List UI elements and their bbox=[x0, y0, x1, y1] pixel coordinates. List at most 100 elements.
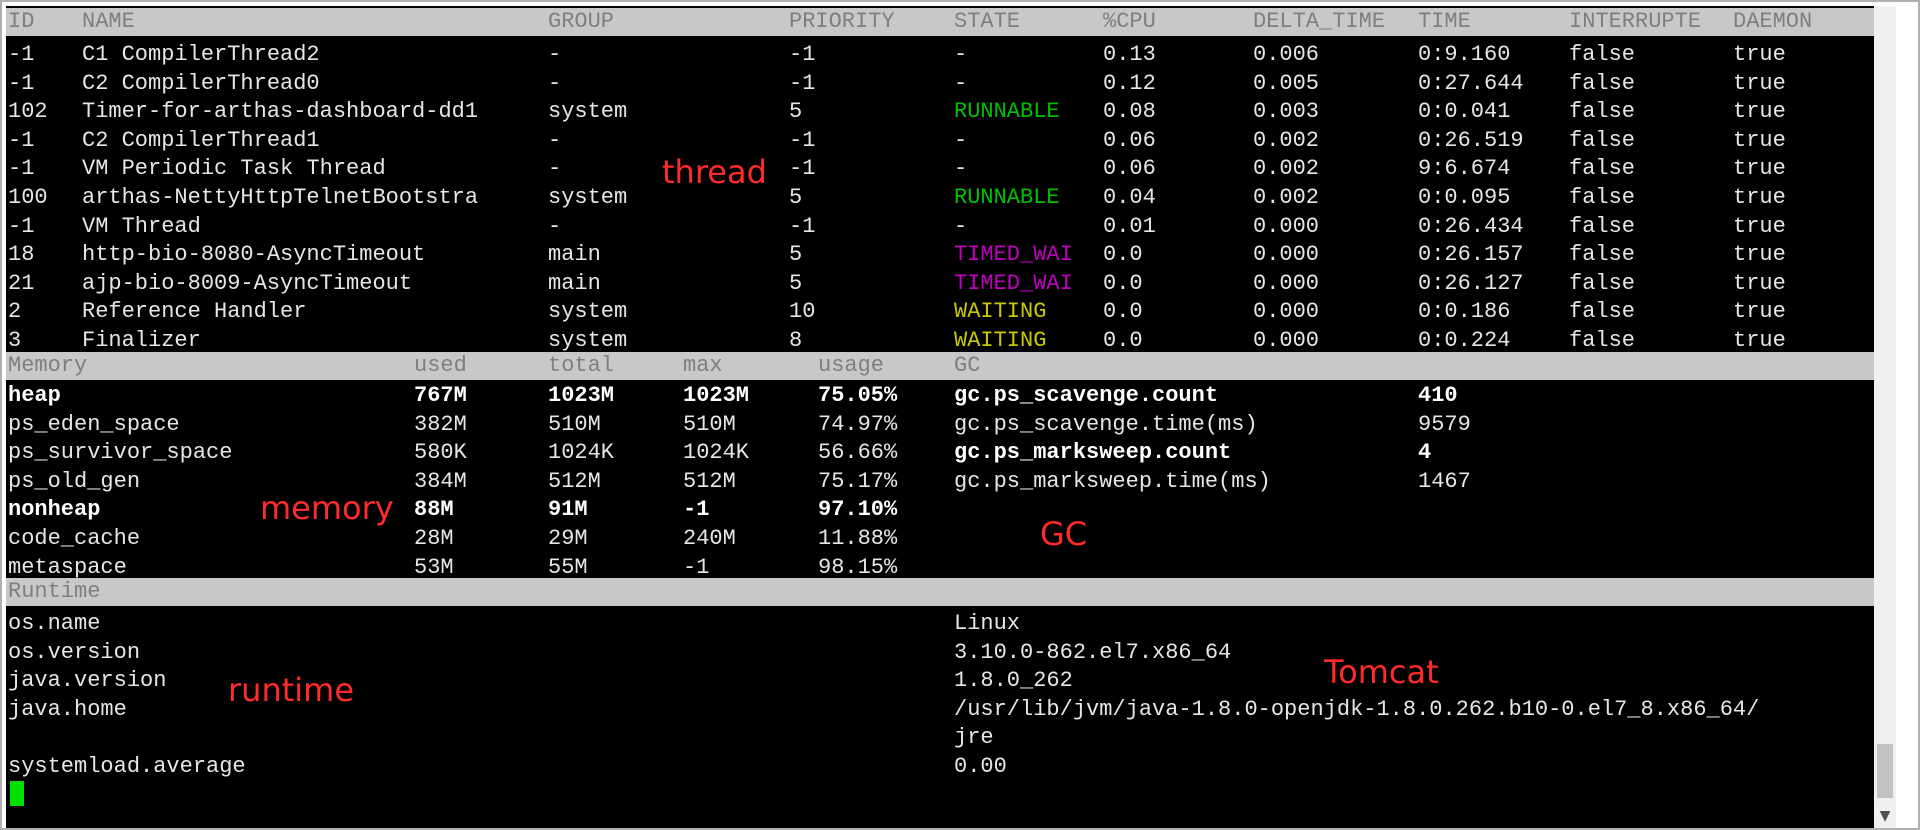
thread-cpu: 0.0 bbox=[1103, 328, 1143, 353]
memory-col-used: used bbox=[414, 353, 467, 378]
thread-name: Reference Handler bbox=[82, 299, 307, 325]
thread-name: ajp-bio-8009-AsyncTimeout bbox=[82, 270, 413, 296]
runtime-value: Linux bbox=[954, 611, 1021, 636]
memory-row: code_cache 28M 29M 240M 11.88% bbox=[6, 525, 1884, 553]
annotation-thread: thread bbox=[662, 153, 767, 191]
thread-delta-time: 0.006 bbox=[1253, 42, 1320, 67]
thread-group: - bbox=[548, 213, 562, 239]
thread-delta-time: 0.002 bbox=[1253, 185, 1320, 210]
thread-row: 18 http-bio-8080-AsyncTimeout main 5 TIMED_W… bbox=[6, 241, 1884, 269]
thread-time: 0:0.041 bbox=[1418, 99, 1511, 125]
thread-cpu: 0.0 bbox=[1103, 270, 1143, 296]
runtime-row: jre bbox=[6, 724, 1884, 752]
thread-id: 2 bbox=[8, 299, 22, 325]
runtime-key: java.version bbox=[8, 668, 167, 694]
thread-state: - bbox=[954, 156, 968, 182]
thread-interrupted: false bbox=[1569, 99, 1636, 125]
thread-priority: -1 bbox=[789, 42, 816, 67]
thread-delta-time: 0.000 bbox=[1253, 242, 1320, 268]
runtime-value: jre bbox=[954, 725, 994, 751]
thread-cpu: 0.0 bbox=[1103, 242, 1143, 268]
thread-name: VM Thread bbox=[82, 213, 201, 239]
thread-name: http-bio-8080-AsyncTimeout bbox=[82, 242, 426, 268]
thread-group: system bbox=[548, 328, 628, 353]
runtime-header-bar: Runtime bbox=[6, 578, 1884, 606]
scrollbar-thumb[interactable] bbox=[1877, 744, 1893, 798]
runtime-key: os.name bbox=[8, 611, 101, 636]
thread-delta-time: 0.003 bbox=[1253, 99, 1320, 125]
memory-col-name: Memory bbox=[8, 353, 88, 378]
memory-col-max: max bbox=[683, 353, 723, 378]
thread-priority: 5 bbox=[789, 99, 803, 125]
thread-cpu: 0.01 bbox=[1103, 213, 1156, 239]
terminal[interactable]: ID NAME GROUP PRIORITY STATE %CPU DELTA_… bbox=[6, 6, 1896, 828]
thread-interrupted: false bbox=[1569, 242, 1636, 268]
thread-col-id: ID bbox=[8, 9, 35, 34]
thread-name: C2 CompilerThread0 bbox=[82, 70, 320, 96]
thread-col-priority: PRIORITY bbox=[789, 9, 895, 34]
thread-priority: -1 bbox=[789, 127, 816, 153]
thread-daemon: true bbox=[1733, 213, 1786, 239]
thread-daemon: true bbox=[1733, 270, 1786, 296]
runtime-value: 0.00 bbox=[954, 754, 1007, 779]
runtime-key: os.version bbox=[8, 639, 141, 665]
thread-daemon: true bbox=[1733, 99, 1786, 125]
thread-state: RUNNABLE bbox=[954, 185, 1060, 210]
runtime-row: os.name Linux bbox=[6, 610, 1884, 638]
thread-priority: -1 bbox=[789, 213, 816, 239]
thread-daemon: true bbox=[1733, 127, 1786, 153]
gc-metric-name: gc.ps_marksweep.time(ms) bbox=[954, 468, 1271, 494]
thread-state: - bbox=[954, 70, 968, 96]
thread-daemon: true bbox=[1733, 242, 1786, 268]
runtime-row: os.version 3.10.0-862.el7.x86_64 bbox=[6, 639, 1884, 667]
thread-delta-time: 0.002 bbox=[1253, 156, 1320, 182]
thread-interrupted: false bbox=[1569, 185, 1636, 210]
thread-interrupted: false bbox=[1569, 299, 1636, 325]
thread-time: 0:26.127 bbox=[1418, 270, 1524, 296]
vertical-scrollbar[interactable]: ▼ bbox=[1874, 6, 1896, 828]
thread-id: 102 bbox=[8, 99, 48, 125]
thread-group: system bbox=[548, 99, 628, 125]
runtime-key: systemload.average bbox=[8, 754, 246, 779]
thread-name: Finalizer bbox=[82, 328, 201, 353]
thread-time: 0:26.434 bbox=[1418, 213, 1524, 239]
thread-id: -1 bbox=[8, 156, 35, 182]
thread-state: - bbox=[954, 127, 968, 153]
thread-time: 0:0.186 bbox=[1418, 299, 1511, 325]
thread-daemon: true bbox=[1733, 328, 1786, 353]
thread-delta-time: 0.000 bbox=[1253, 270, 1320, 296]
thread-priority: 5 bbox=[789, 270, 803, 296]
thread-priority: -1 bbox=[789, 156, 816, 182]
thread-cpu: 0.06 bbox=[1103, 127, 1156, 153]
thread-group: system bbox=[548, 299, 628, 325]
thread-name: arthas-NettyHttpTelnetBootstra bbox=[82, 185, 479, 210]
chevron-down-icon[interactable]: ▼ bbox=[1874, 804, 1896, 828]
thread-daemon: true bbox=[1733, 299, 1786, 325]
memory-col-total: total bbox=[548, 353, 615, 378]
thread-state: WAITING bbox=[954, 328, 1047, 353]
thread-state: TIMED_WAI bbox=[954, 242, 1073, 268]
gc-metric-value: 410 bbox=[1418, 383, 1458, 408]
thread-group: - bbox=[548, 127, 562, 153]
thread-name: Timer-for-arthas-dashboard-dd1 bbox=[82, 99, 479, 125]
memory-max: -1 bbox=[683, 497, 710, 523]
runtime-header-label: Runtime bbox=[8, 579, 101, 604]
thread-id: 3 bbox=[8, 328, 22, 353]
thread-state: - bbox=[954, 42, 968, 67]
thread-daemon: true bbox=[1733, 156, 1786, 182]
thread-interrupted: false bbox=[1569, 213, 1636, 239]
thread-col-daemon: DAEMON bbox=[1733, 9, 1813, 34]
thread-delta-time: 0.000 bbox=[1253, 299, 1320, 325]
memory-total: 29M bbox=[548, 526, 588, 551]
thread-priority: 5 bbox=[789, 242, 803, 268]
thread-col-delta-time: DELTA_TIME bbox=[1253, 9, 1386, 34]
thread-daemon: true bbox=[1733, 70, 1786, 96]
thread-col-state: STATE bbox=[954, 9, 1021, 34]
gc-col-header: GC bbox=[954, 353, 981, 378]
memory-used: 88M bbox=[414, 497, 454, 523]
thread-group: - bbox=[548, 156, 562, 182]
thread-id: -1 bbox=[8, 213, 35, 239]
thread-row: 100 arthas-NettyHttpTelnetBootstra system 5… bbox=[6, 184, 1884, 212]
memory-used: 28M bbox=[414, 526, 454, 551]
thread-state: WAITING bbox=[954, 299, 1047, 325]
